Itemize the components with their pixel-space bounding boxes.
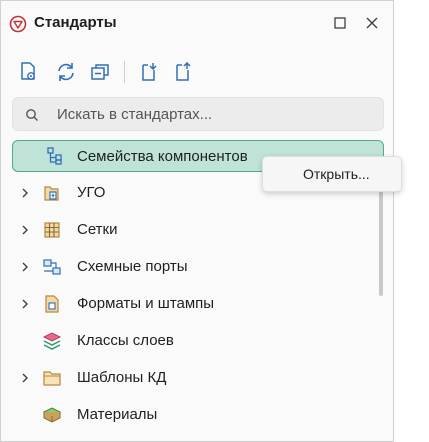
collapse-all-button[interactable] — [87, 59, 113, 85]
vertical-scrollbar[interactable] — [379, 181, 383, 296]
tree-item-label: Схемные порты — [77, 258, 188, 275]
context-menu: Открыть... — [262, 156, 402, 192]
format-stamp-icon — [45, 295, 59, 313]
close-icon — [366, 17, 378, 29]
tree-item-schematic-ports[interactable]: Схемные порты — [1, 250, 381, 284]
standards-panel: Стандарты Искать в стандартах... Семейст… — [0, 0, 394, 442]
materials-icon — [42, 407, 62, 423]
document-import-icon — [142, 63, 157, 81]
properties-button[interactable] — [15, 59, 41, 85]
schematic-ports-icon — [43, 259, 61, 275]
chevron-right-icon[interactable] — [19, 224, 31, 236]
collapse-icon — [91, 64, 109, 80]
tree-item-label: Шаблоны КД — [77, 369, 167, 386]
refresh-button[interactable] — [53, 59, 79, 85]
document-settings-icon — [21, 62, 35, 80]
maximize-icon — [334, 17, 346, 29]
tree-item-kd-templates[interactable]: Шаблоны КД — [1, 361, 381, 395]
panel-titlebar: Стандарты — [1, 1, 393, 45]
context-menu-open[interactable]: Открыть... — [303, 166, 370, 182]
standards-logo-icon — [9, 15, 27, 33]
chevron-right-icon[interactable] — [19, 298, 31, 310]
refresh-icon — [58, 63, 74, 81]
tree-item-label: Материалы — [77, 406, 158, 423]
close-button[interactable] — [362, 13, 382, 33]
ugo-symbol-icon — [44, 186, 59, 201]
component-family-icon — [47, 147, 62, 165]
search-input[interactable]: Искать в стандартах... — [57, 106, 212, 123]
chevron-right-icon[interactable] — [19, 187, 31, 199]
chevron-right-icon[interactable] — [19, 372, 31, 384]
tree-item-label: Форматы и штампы — [77, 295, 215, 312]
tree-item-label: Сетки — [77, 221, 118, 238]
import-button[interactable] — [135, 59, 161, 85]
layer-classes-icon — [42, 332, 62, 350]
tree-item-materials[interactable]: Материалы — [1, 398, 381, 432]
search-icon — [26, 109, 38, 121]
folder-icon — [43, 371, 61, 386]
panel-title: Стандарты — [34, 14, 117, 31]
tree-item-layer-classes[interactable]: Классы слоев — [1, 324, 381, 358]
grid-icon — [44, 222, 60, 238]
search-box[interactable]: Искать в стандартах... — [12, 97, 384, 131]
maximize-button[interactable] — [330, 13, 350, 33]
tree-item-label: Классы слоев — [77, 332, 174, 349]
document-export-icon — [176, 61, 191, 81]
toolbar-separator — [124, 61, 125, 83]
tree-item-grids[interactable]: Сетки — [1, 213, 381, 247]
chevron-right-icon[interactable] — [19, 261, 31, 273]
export-button[interactable] — [169, 59, 195, 85]
tree-item-label: УГО — [77, 184, 106, 201]
tree-item-label: Семейства компонентов — [77, 148, 248, 165]
tree-item-formats-stamps[interactable]: Форматы и штампы — [1, 287, 381, 321]
